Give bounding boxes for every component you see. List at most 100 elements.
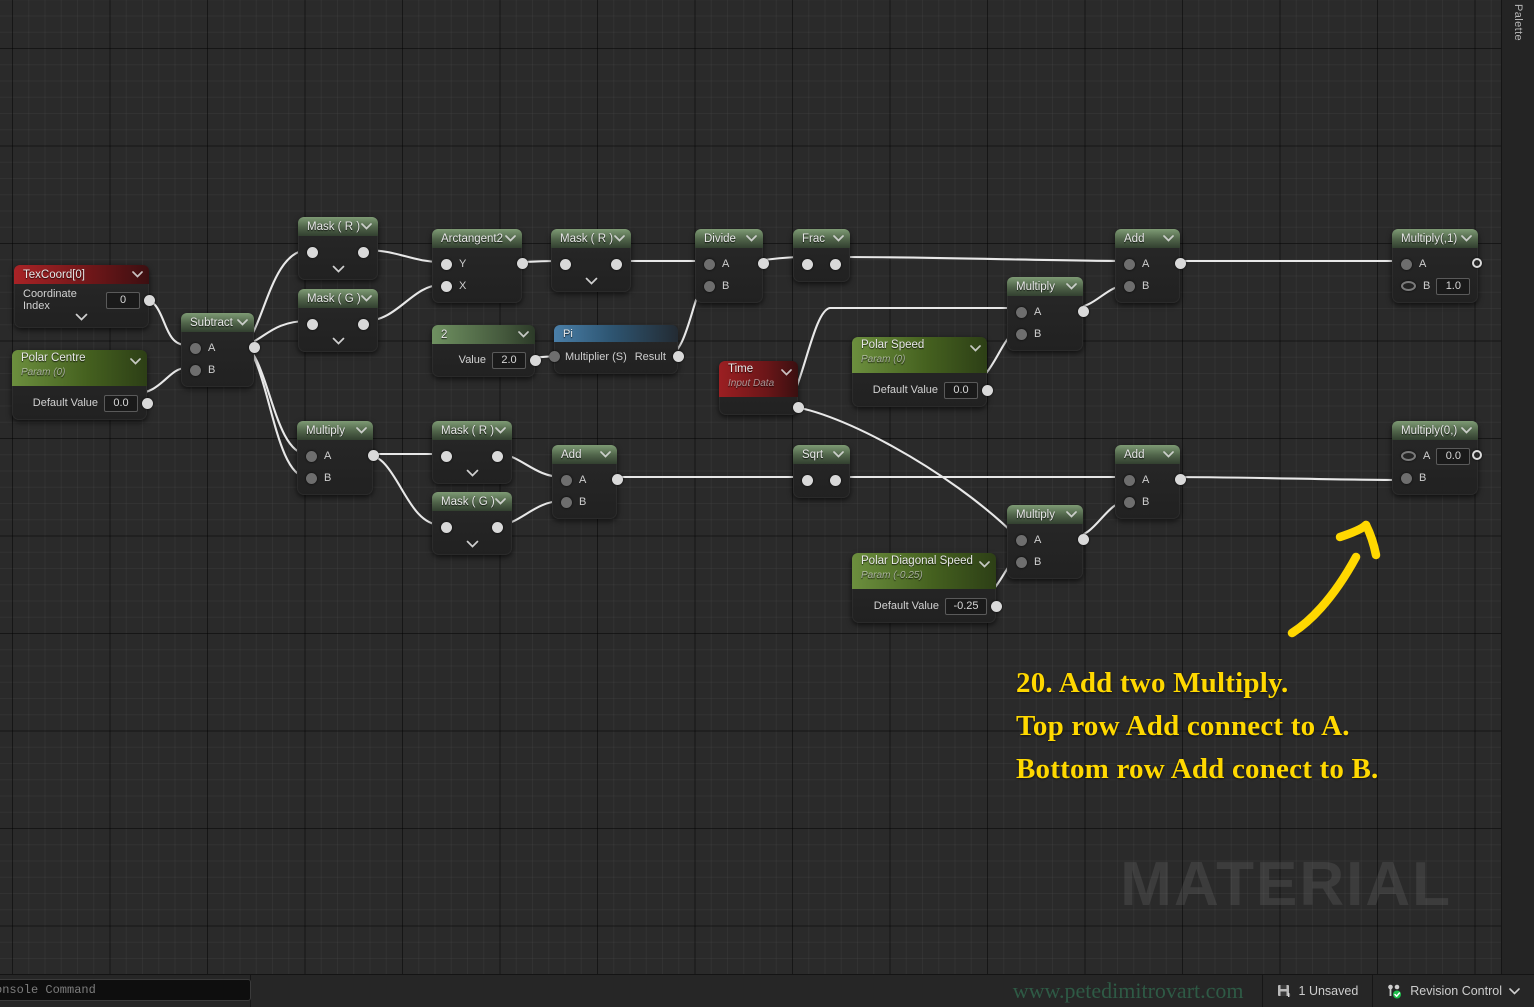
material-graph-canvas[interactable]: TexCoord[0] Coordinate Index 0 Polar Cen… [0, 0, 1502, 975]
node-mask-g-3[interactable]: Mask ( G ) [432, 492, 512, 555]
input-pin-b[interactable] [704, 280, 715, 292]
node-polar-centre[interactable]: Polar Centre Param (0) Default Value 0.0 [12, 350, 153, 420]
node-subtract[interactable]: Subtract A B [181, 313, 260, 387]
input-pin-a[interactable] [1401, 451, 1416, 461]
node-polar-diagonal-speed[interactable]: Polar Diagonal Speed Param (-0.25) Defau… [852, 553, 1002, 623]
palette-panel-edge[interactable]: Palette [1501, 0, 1534, 975]
output-pin[interactable] [517, 258, 528, 269]
chevron-down-icon[interactable] [236, 317, 248, 329]
chevron-down-icon[interactable] [599, 449, 611, 461]
chevron-down-icon[interactable] [129, 355, 141, 367]
output-pin[interactable] [492, 450, 503, 462]
input-pin[interactable] [802, 474, 813, 486]
input-pin-a[interactable] [1124, 258, 1135, 270]
input-pin[interactable] [441, 450, 452, 462]
chevron-down-icon[interactable] [613, 233, 625, 245]
palette-tab-label[interactable]: Palette [1512, 4, 1524, 41]
chevron-down-icon[interactable] [1509, 987, 1520, 995]
input-pin-a[interactable] [704, 258, 715, 270]
chevron-down-icon[interactable] [355, 425, 367, 437]
input-pin-y[interactable] [441, 258, 452, 270]
node-time[interactable]: Time Input Data [719, 361, 804, 415]
expand-caret[interactable] [14, 311, 149, 322]
chevron-down-icon[interactable] [1162, 449, 1174, 461]
chevron-down-icon[interactable] [494, 425, 506, 437]
chevron-down-icon[interactable] [360, 221, 372, 233]
input-pin-a[interactable] [1401, 258, 1412, 270]
output-pin[interactable] [830, 258, 841, 270]
chevron-down-icon[interactable] [1162, 233, 1174, 245]
expand-caret[interactable] [432, 538, 512, 549]
chevron-down-icon[interactable] [504, 233, 516, 245]
input-pin-b[interactable] [1124, 280, 1135, 292]
node-multiply-output-bottom[interactable]: Multiply(0,) A 0.0 B [1392, 421, 1482, 495]
default-value-field[interactable]: 0.0 [944, 381, 978, 399]
input-pin[interactable] [802, 258, 813, 270]
output-pin[interactable] [368, 450, 379, 461]
node-multiply-bottom-1[interactable]: Multiply A B [297, 421, 379, 495]
input-pin-multiplier[interactable] [549, 351, 560, 362]
input-pin-b[interactable] [1016, 556, 1027, 568]
input-pin-b[interactable] [306, 472, 317, 484]
chevron-down-icon[interactable] [1460, 425, 1472, 437]
console-command-input[interactable]: onsole Command [0, 979, 251, 1001]
input-pin-a[interactable] [1016, 306, 1027, 318]
chevron-down-icon[interactable] [780, 366, 792, 378]
output-pin[interactable] [1472, 450, 1482, 460]
node-polar-speed[interactable]: Polar Speed Param (0) Default Value 0.0 [852, 337, 993, 407]
chevron-down-icon[interactable] [1460, 233, 1472, 245]
output-pin[interactable] [144, 295, 155, 306]
input-pin[interactable] [307, 246, 318, 258]
node-arctangent2[interactable]: Arctangent2 Y X [432, 229, 528, 303]
input-pin-a[interactable] [561, 474, 572, 486]
node-mask-g-1[interactable]: Mask ( G ) [298, 289, 378, 352]
input-pin-b[interactable] [1401, 472, 1412, 484]
output-pin-result[interactable] [673, 351, 684, 362]
node-frac[interactable]: Frac [793, 229, 850, 282]
node-add-top[interactable]: Add A B [1115, 229, 1186, 303]
chevron-down-icon[interactable] [131, 269, 143, 281]
output-pin[interactable] [358, 318, 369, 330]
node-multiply-top[interactable]: Multiply A B [1007, 277, 1089, 351]
output-pin[interactable] [492, 521, 503, 533]
input-pin-b[interactable] [1016, 328, 1027, 340]
output-pin[interactable] [1175, 258, 1186, 269]
output-pin[interactable] [1078, 534, 1089, 545]
input-pin[interactable] [307, 318, 318, 330]
input-pin-b[interactable] [1124, 496, 1135, 508]
chevron-down-icon[interactable] [832, 233, 844, 245]
output-pin[interactable] [1078, 306, 1089, 317]
output-pin[interactable] [530, 355, 541, 366]
output-pin[interactable] [1472, 258, 1482, 268]
input-pin-b[interactable] [561, 496, 572, 508]
output-pin[interactable] [1175, 474, 1186, 485]
expand-caret[interactable] [432, 467, 512, 478]
input-pin-a[interactable] [190, 342, 201, 354]
output-pin[interactable] [758, 258, 769, 269]
node-texcoord[interactable]: TexCoord[0] Coordinate Index 0 [14, 265, 155, 328]
input-pin-x[interactable] [441, 280, 452, 292]
chevron-down-icon[interactable] [832, 449, 844, 461]
value-field[interactable]: 2.0 [492, 351, 526, 369]
output-pin[interactable] [830, 474, 841, 486]
a-value-field[interactable]: 0.0 [1436, 447, 1471, 465]
input-pin-a[interactable] [306, 450, 317, 462]
input-pin-a[interactable] [1124, 474, 1135, 486]
chevron-down-icon[interactable] [494, 496, 506, 508]
chevron-down-icon[interactable] [745, 233, 757, 245]
chevron-down-icon[interactable] [517, 329, 529, 341]
expand-caret[interactable] [298, 263, 378, 274]
chevron-down-icon[interactable] [1065, 281, 1077, 293]
unsaved-button[interactable]: 1 Unsaved [1263, 975, 1373, 1007]
output-pin[interactable] [142, 398, 153, 409]
node-constant-2[interactable]: 2 Value 2.0 [432, 325, 541, 377]
output-pin[interactable] [249, 342, 260, 353]
chevron-down-icon[interactable] [978, 558, 990, 570]
node-add-bottom-right[interactable]: Add A B [1115, 445, 1186, 519]
chevron-down-icon[interactable] [969, 342, 981, 354]
coordinate-index-value[interactable]: 0 [106, 291, 140, 309]
node-mask-r-2[interactable]: Mask ( R ) [551, 229, 631, 292]
output-pin[interactable] [612, 474, 623, 485]
output-pin[interactable] [982, 385, 993, 396]
default-value-field[interactable]: 0.0 [104, 394, 138, 412]
